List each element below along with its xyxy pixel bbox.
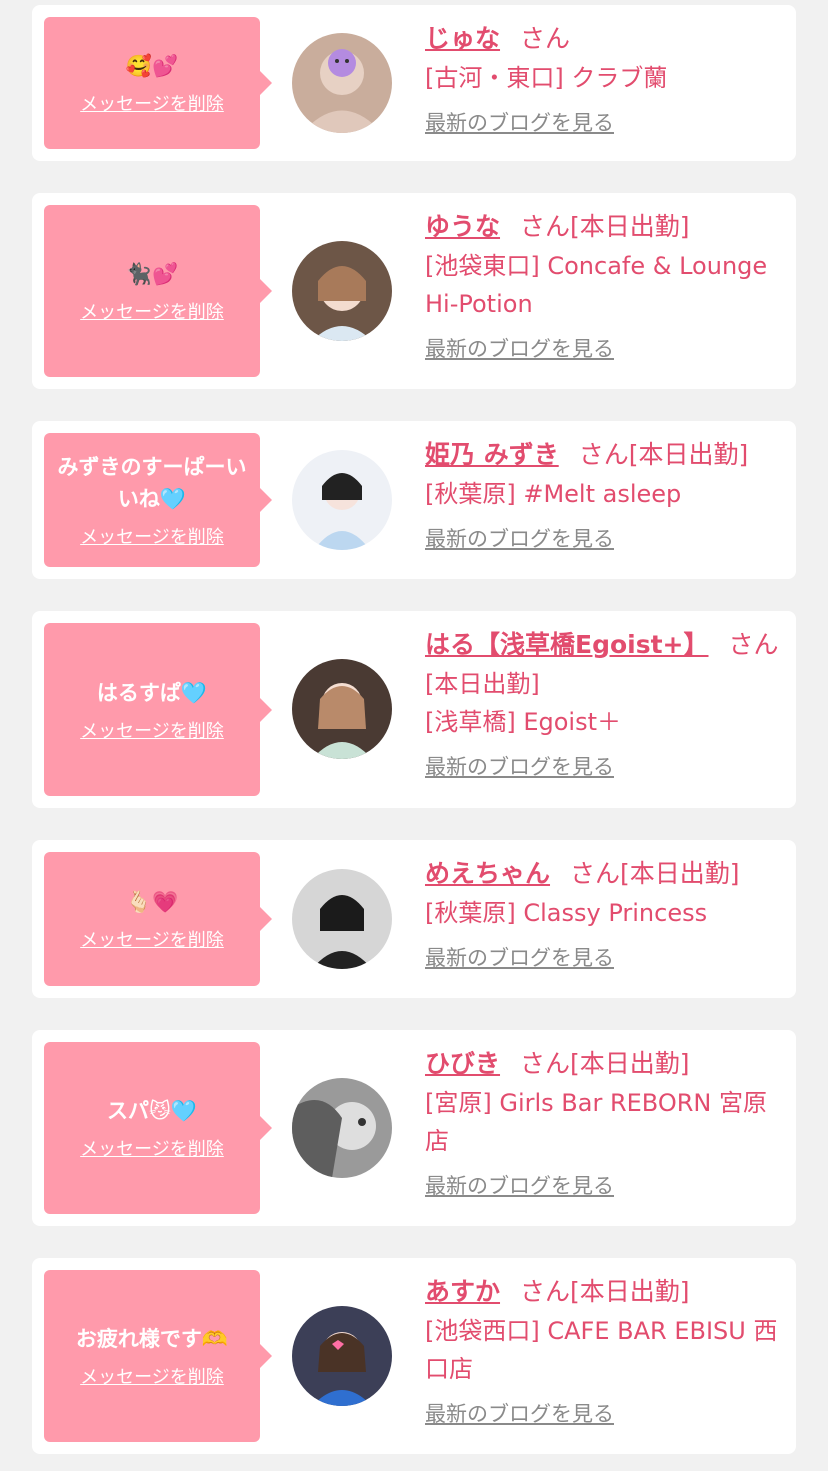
shop-name: [浅草橋] Egoist＋ (425, 708, 622, 736)
attendance-status: [本日出勤] (570, 1277, 690, 1306)
attendance-status: [本日出勤] (628, 440, 749, 469)
latest-blog-link[interactable]: 最新のブログを見る (425, 333, 614, 363)
latest-blog-link[interactable]: 最新のブログを見る (425, 1170, 614, 1200)
message-bubble: お疲れ様です🫶 メッセージを削除 (44, 1270, 272, 1442)
girl-name-link[interactable]: じゅな (425, 24, 500, 53)
honorific: さん (520, 1049, 571, 1078)
message-card: 🫰🏻💗 メッセージを削除 めえちゃん さん[本日出勤] [秋葉原] Classy … (32, 840, 796, 998)
attendance-status: [本日出勤] (620, 859, 740, 888)
message-card: 🐈‍⬛💕 メッセージを削除 ゆうな さん[本日出勤] [池袋東口] Concafe… (32, 193, 796, 389)
shop-name: [秋葉原] Classy Princess (425, 899, 708, 927)
avatar[interactable] (292, 869, 392, 969)
avatar[interactable] (292, 450, 392, 550)
message-card: みずきのすーぱーいいね🩵 メッセージを削除 姫乃 みずき さん[本日出勤] [秋葉… (32, 421, 796, 579)
attendance-status: [本日出勤] (570, 1049, 690, 1078)
delete-message-link[interactable]: メッセージを削除 (80, 1135, 224, 1161)
latest-blog-link[interactable]: 最新のブログを見る (425, 523, 614, 553)
avatar[interactable] (292, 1078, 392, 1178)
delete-message-link[interactable]: メッセージを削除 (80, 298, 224, 324)
latest-blog-link[interactable]: 最新のブログを見る (425, 942, 614, 972)
message-card: スパ😼🩵 メッセージを削除 ひびき さん[本日出勤] [宮原] Girls Bar… (32, 1030, 796, 1226)
attendance-status: [本日出勤] (425, 670, 540, 698)
girl-name-link[interactable]: ゆうな (425, 212, 500, 241)
shop-name: [池袋東口] Concafe & Lounge Hi-Potion (425, 252, 768, 318)
delete-message-link[interactable]: メッセージを削除 (80, 926, 224, 952)
girl-name-link[interactable]: あすか (425, 1277, 500, 1306)
profile-info: ひびき さん[本日出勤] [宮原] Girls Bar REBORN 宮原店 最新… (425, 1044, 784, 1200)
profile-info: 姫乃 みずき さん[本日出勤] [秋葉原] #Melt asleep 最新のブログ… (425, 435, 784, 553)
profile-info: あすか さん[本日出勤] [池袋西口] CAFE BAR EBISU 西口店 最新… (425, 1272, 784, 1428)
message-card: 🥰💕 メッセージを削除 じゅな さん [古河・東口] クラブ蘭 最新のブログを見る (32, 5, 796, 161)
message-text: 🫰🏻💗 (125, 890, 179, 914)
shop-name: [秋葉原] #Melt asleep (425, 480, 682, 508)
avatar[interactable] (292, 33, 392, 133)
delete-message-link[interactable]: メッセージを削除 (80, 717, 224, 743)
delete-message-link[interactable]: メッセージを削除 (80, 90, 224, 116)
message-text: みずきのすーぱーいいね🩵 (57, 455, 247, 511)
message-bubble: 🫰🏻💗 メッセージを削除 (44, 852, 272, 986)
avatar[interactable] (292, 659, 392, 759)
message-text: 🥰💕 (125, 54, 179, 78)
profile-info: はる【浅草橋Egoist+】 さん [本日出勤] [浅草橋] Egoist＋ 最新… (425, 625, 784, 781)
delete-message-link[interactable]: メッセージを削除 (80, 523, 224, 549)
honorific: さん (578, 440, 629, 469)
girl-name-link[interactable]: 姫乃 みずき (425, 440, 559, 469)
message-text: スパ😼🩵 (106, 1099, 198, 1123)
avatar[interactable] (292, 241, 392, 341)
message-bubble: 🥰💕 メッセージを削除 (44, 17, 272, 149)
latest-blog-link[interactable]: 最新のブログを見る (425, 107, 614, 137)
profile-info: ゆうな さん[本日出勤] [池袋東口] Concafe & Lounge Hi-P… (425, 207, 784, 363)
honorific: さん (520, 24, 571, 53)
latest-blog-link[interactable]: 最新のブログを見る (425, 1398, 614, 1428)
message-text: お疲れ様です🫶 (75, 1327, 229, 1351)
delete-message-link[interactable]: メッセージを削除 (80, 1363, 224, 1389)
shop-name: [宮原] Girls Bar REBORN 宮原店 (425, 1089, 767, 1155)
profile-info: めえちゃん さん[本日出勤] [秋葉原] Classy Princess 最新のブ… (425, 854, 784, 972)
message-text: 🐈‍⬛💕 (125, 262, 179, 286)
girl-name-link[interactable]: はる【浅草橋Egoist+】 (425, 630, 709, 659)
message-card: お疲れ様です🫶 メッセージを削除 あすか さん[本日出勤] [池袋西口] CAFE… (32, 1258, 796, 1454)
message-list: 🥰💕 メッセージを削除 じゅな さん [古河・東口] クラブ蘭 最新のブログを見る… (0, 0, 828, 1471)
honorific: さん (520, 212, 571, 241)
message-bubble: スパ😼🩵 メッセージを削除 (44, 1042, 272, 1214)
honorific: さん (570, 859, 621, 888)
message-bubble: はるすぱ🩵 メッセージを削除 (44, 623, 272, 796)
girl-name-link[interactable]: めえちゃん (425, 859, 550, 888)
girl-name-link[interactable]: ひびき (425, 1049, 500, 1078)
honorific: さん (520, 1277, 571, 1306)
attendance-status: [本日出勤] (570, 212, 690, 241)
latest-blog-link[interactable]: 最新のブログを見る (425, 751, 614, 781)
shop-name: [古河・東口] クラブ蘭 (425, 64, 668, 92)
avatar[interactable] (292, 1306, 392, 1406)
honorific: さん (728, 630, 779, 659)
message-text: はるすぱ🩵 (96, 680, 208, 705)
message-bubble: みずきのすーぱーいいね🩵 メッセージを削除 (44, 433, 272, 567)
profile-info: じゅな さん [古河・東口] クラブ蘭 最新のブログを見る (425, 19, 784, 137)
message-card: はるすぱ🩵 メッセージを削除 はる【浅草橋Egoist+】 さん [本日出勤] [… (32, 611, 796, 808)
shop-name: [池袋西口] CAFE BAR EBISU 西口店 (425, 1317, 778, 1383)
message-bubble: 🐈‍⬛💕 メッセージを削除 (44, 205, 272, 377)
